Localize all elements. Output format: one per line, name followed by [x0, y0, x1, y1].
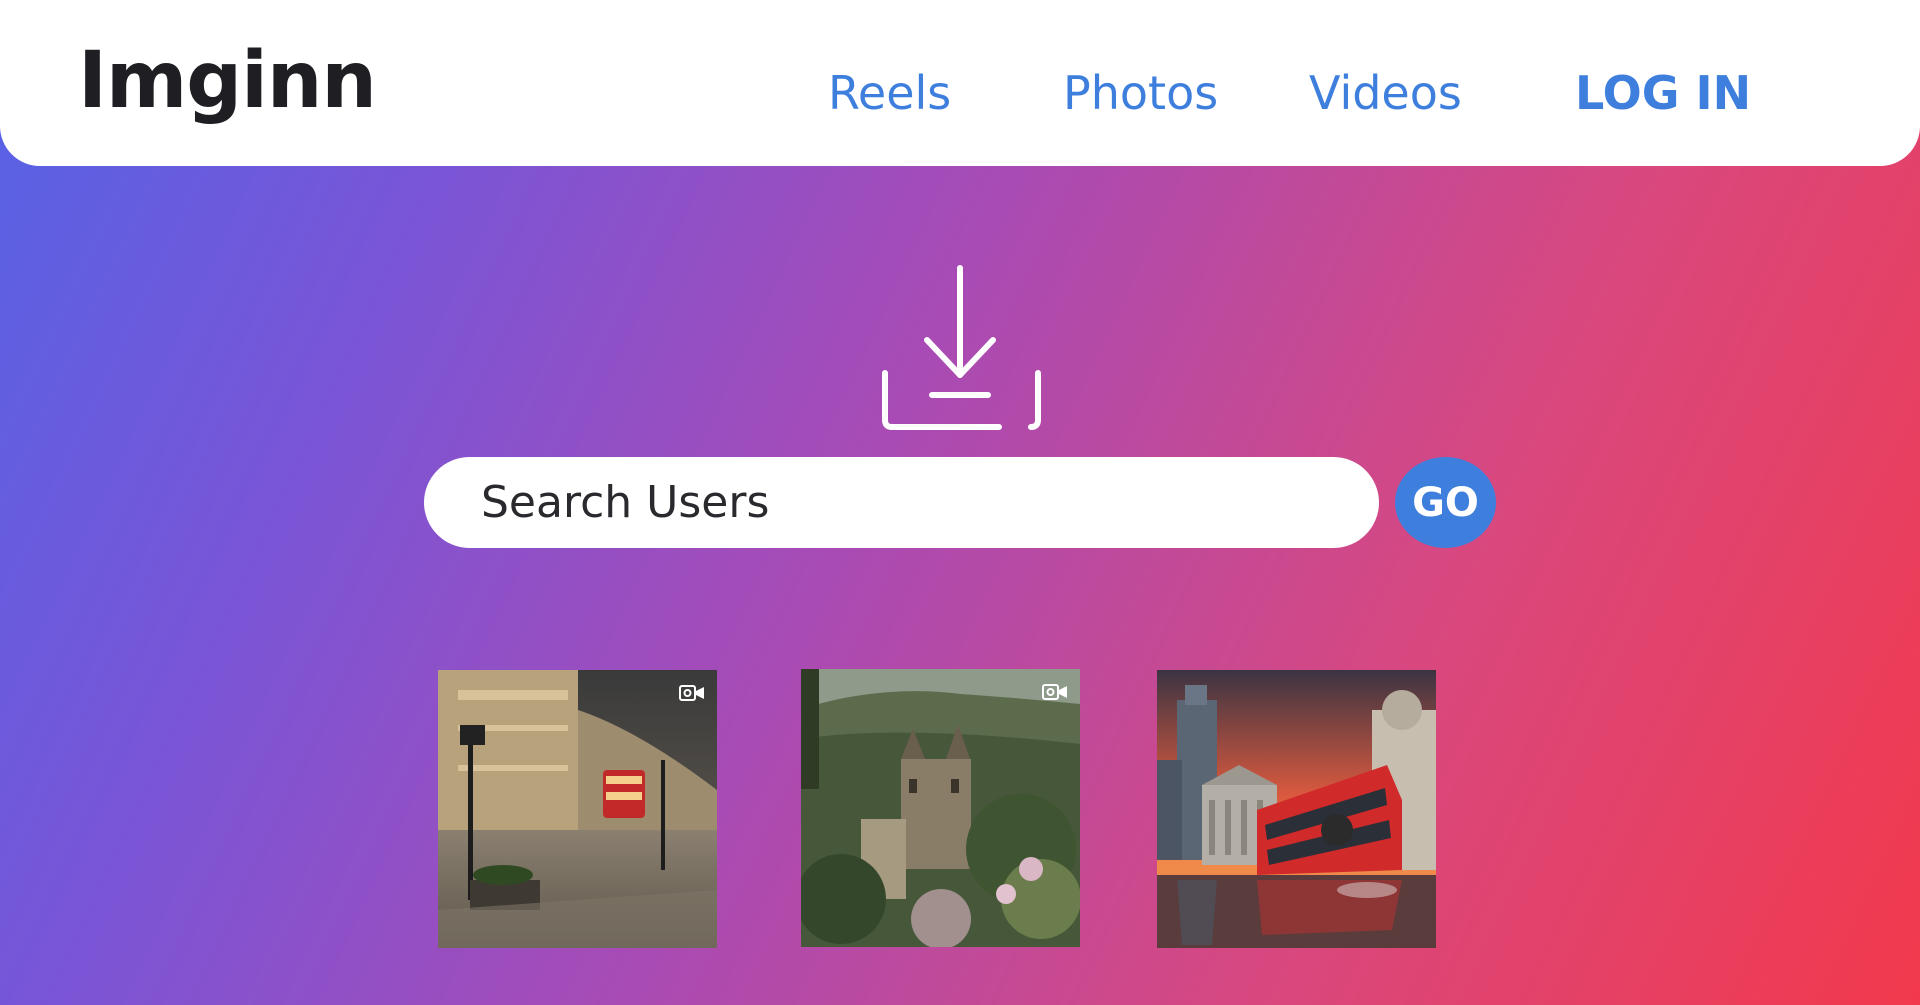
download-icon	[882, 265, 1041, 430]
nav-videos-link[interactable]: Videos	[1309, 70, 1462, 116]
thumbnail-castle[interactable]	[801, 669, 1080, 947]
site-logo[interactable]: Imginn	[78, 42, 377, 120]
search-users-input[interactable]	[424, 457, 1379, 548]
thumbnail-rainy-street[interactable]	[438, 670, 717, 948]
go-button[interactable]: GO	[1395, 457, 1496, 548]
thumbnail-image	[1157, 670, 1436, 948]
login-button[interactable]: LOG IN	[1575, 70, 1751, 116]
top-header: Imginn Reels Photos Videos LOG IN	[0, 0, 1920, 166]
nav-photos-link[interactable]: Photos	[1063, 70, 1218, 116]
video-camera-icon	[679, 685, 704, 701]
thumbnail-red-bus[interactable]	[1157, 670, 1436, 948]
video-camera-icon	[1042, 684, 1067, 700]
nav-reels-link[interactable]: Reels	[828, 70, 951, 116]
thumbnail-image	[438, 670, 717, 948]
thumbnail-image	[801, 669, 1080, 947]
